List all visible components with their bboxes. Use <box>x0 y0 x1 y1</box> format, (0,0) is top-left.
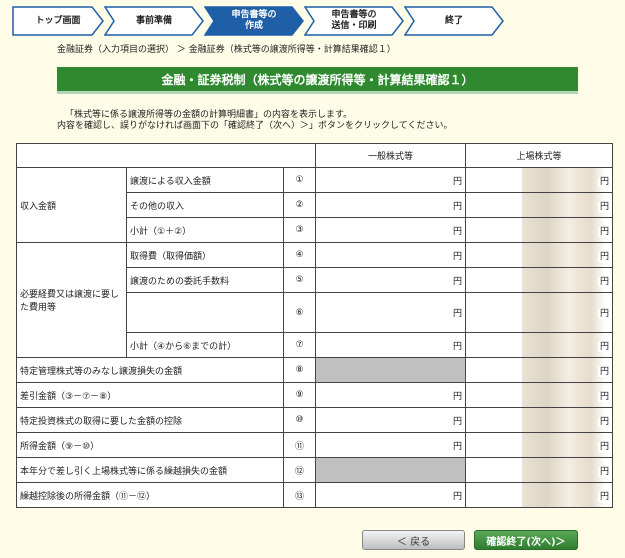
back-button[interactable]: ＜ 戻る <box>362 530 465 550</box>
row-number: ③ <box>282 217 317 243</box>
row-number: ⑨ <box>282 382 317 408</box>
header-general: 一般株式等 <box>315 143 467 168</box>
general-amount: 円 <box>315 192 467 218</box>
listed-amount: 円 <box>465 482 614 508</box>
row-number: ⑤ <box>282 267 317 293</box>
listed-amount: 円 <box>465 167 614 193</box>
listed-amount: 円 <box>465 382 614 408</box>
general-amount: 円 <box>315 217 467 243</box>
row-label: 差引金額（③－⑦－⑧） <box>16 382 284 408</box>
row-label: 取得費（取得価額） <box>126 242 284 268</box>
description-line-2: 内容を確認し、誤りがなければ画面下の「確認終了（次へ）＞」ボタンをクリックしてく… <box>57 121 453 131</box>
row-label <box>126 292 284 333</box>
listed-amount: 円 <box>465 242 614 268</box>
general-amount: 円 <box>315 432 467 458</box>
row-label: 特定投資株式の取得に要した金額の控除 <box>16 407 284 433</box>
listed-amount: 円 <box>465 407 614 433</box>
step-preparation: 事前準備 <box>104 6 204 36</box>
step-create-return: 申告書等の 作成 <box>204 6 304 36</box>
table-row: 特定管理株式等のみなし譲渡損失の金額 ⑧ 円 <box>16 357 614 383</box>
row-label: その他の収入 <box>126 192 284 218</box>
general-amount-disabled <box>315 357 467 383</box>
table-row: 特定投資株式の取得に要した金額の控除 ⑩ 円 円 <box>16 407 614 433</box>
header-blank <box>15 143 317 168</box>
general-amount: 円 <box>315 482 467 508</box>
group-income-label: 収入金額 <box>16 167 127 243</box>
row-label: 特定管理株式等のみなし譲渡損失の金額 <box>16 357 284 383</box>
row-number: ⑬ <box>282 482 317 508</box>
row-label: 小計（④から⑥までの計） <box>126 332 284 358</box>
row-number: ⑫ <box>282 457 317 483</box>
row-label: 本年分で差し引く上場株式等に係る繰越損失の金額 <box>16 457 284 483</box>
step-send-print: 申告書等の 送信・印刷 <box>304 6 404 36</box>
row-number: ⑦ <box>282 332 317 358</box>
listed-amount: 円 <box>465 217 614 243</box>
table-row: 所得金額（⑨－⑩） ⑪ 円 円 <box>16 432 614 458</box>
row-number: ④ <box>282 242 317 268</box>
general-amount: 円 <box>315 242 467 268</box>
step-finish: 終了 <box>404 6 504 36</box>
calculation-table: 一般株式等 上場株式等 収入金額 譲渡による収入金額 ① 円 円 その他の収入 … <box>15 143 614 508</box>
row-label: 所得金額（⑨－⑩） <box>16 432 284 458</box>
general-amount: 円 <box>315 267 467 293</box>
table-row: 収入金額 譲渡による収入金額 ① 円 円 <box>16 167 614 243</box>
listed-amount: 円 <box>465 192 614 218</box>
breadcrumb: 金融証券（入力項目の選択） ＞ 金融証券（株式等の譲渡所得等・計算結果確認１） <box>57 45 396 55</box>
row-number: ① <box>282 167 317 193</box>
row-label: 小計（①＋②） <box>126 217 284 243</box>
group-expense-label: 必要経費又は譲渡に要した費用等 <box>16 242 127 358</box>
table-row: 繰越控除後の所得金額（⑪－⑫） ⑬ 円 円 <box>16 482 614 508</box>
row-label: 譲渡による収入金額 <box>126 167 284 193</box>
row-label: 譲渡のための委託手数料 <box>126 267 284 293</box>
table-row: 必要経費又は譲渡に要した費用等 取得費（取得価額） ④ 円 円 <box>16 242 614 358</box>
row-number: ⑧ <box>282 357 317 383</box>
general-amount: 円 <box>315 292 467 333</box>
row-number: ⑥ <box>282 292 317 333</box>
general-amount: 円 <box>315 167 467 193</box>
table-row: 本年分で差し引く上場株式等に係る繰越損失の金額 ⑫ 円 <box>16 457 614 483</box>
row-number: ⑪ <box>282 432 317 458</box>
description: 「株式等に係る譲渡所得等の金額の計算明細書」の内容を表示します。 内容を確認し、… <box>57 110 452 132</box>
general-amount-disabled <box>315 457 467 483</box>
row-label: 繰越控除後の所得金額（⑪－⑫） <box>16 482 284 508</box>
page-title: 金融・証券税制（株式等の譲渡所得等・計算結果確認１） <box>57 67 578 94</box>
confirm-next-button[interactable]: 確認終了(次へ)＞ <box>474 530 578 550</box>
description-line-1: 「株式等に係る譲渡所得等の金額の計算明細書」の内容を表示します。 <box>65 110 353 120</box>
row-number: ② <box>282 192 317 218</box>
listed-amount: 円 <box>465 432 614 458</box>
general-amount: 円 <box>315 382 467 408</box>
listed-amount: 円 <box>465 457 614 483</box>
header-listed: 上場株式等 <box>465 143 614 168</box>
row-number: ⑩ <box>282 407 317 433</box>
listed-amount: 円 <box>465 332 614 358</box>
listed-amount: 円 <box>465 267 614 293</box>
general-amount: 円 <box>315 407 467 433</box>
table-header-row: 一般株式等 上場株式等 <box>15 143 614 168</box>
listed-amount: 円 <box>465 292 614 333</box>
table-row: 差引金額（③－⑦－⑧） ⑨ 円 円 <box>16 382 614 408</box>
listed-amount: 円 <box>465 357 614 383</box>
general-amount: 円 <box>315 332 467 358</box>
step-top-screen: トップ画面 <box>12 6 104 36</box>
